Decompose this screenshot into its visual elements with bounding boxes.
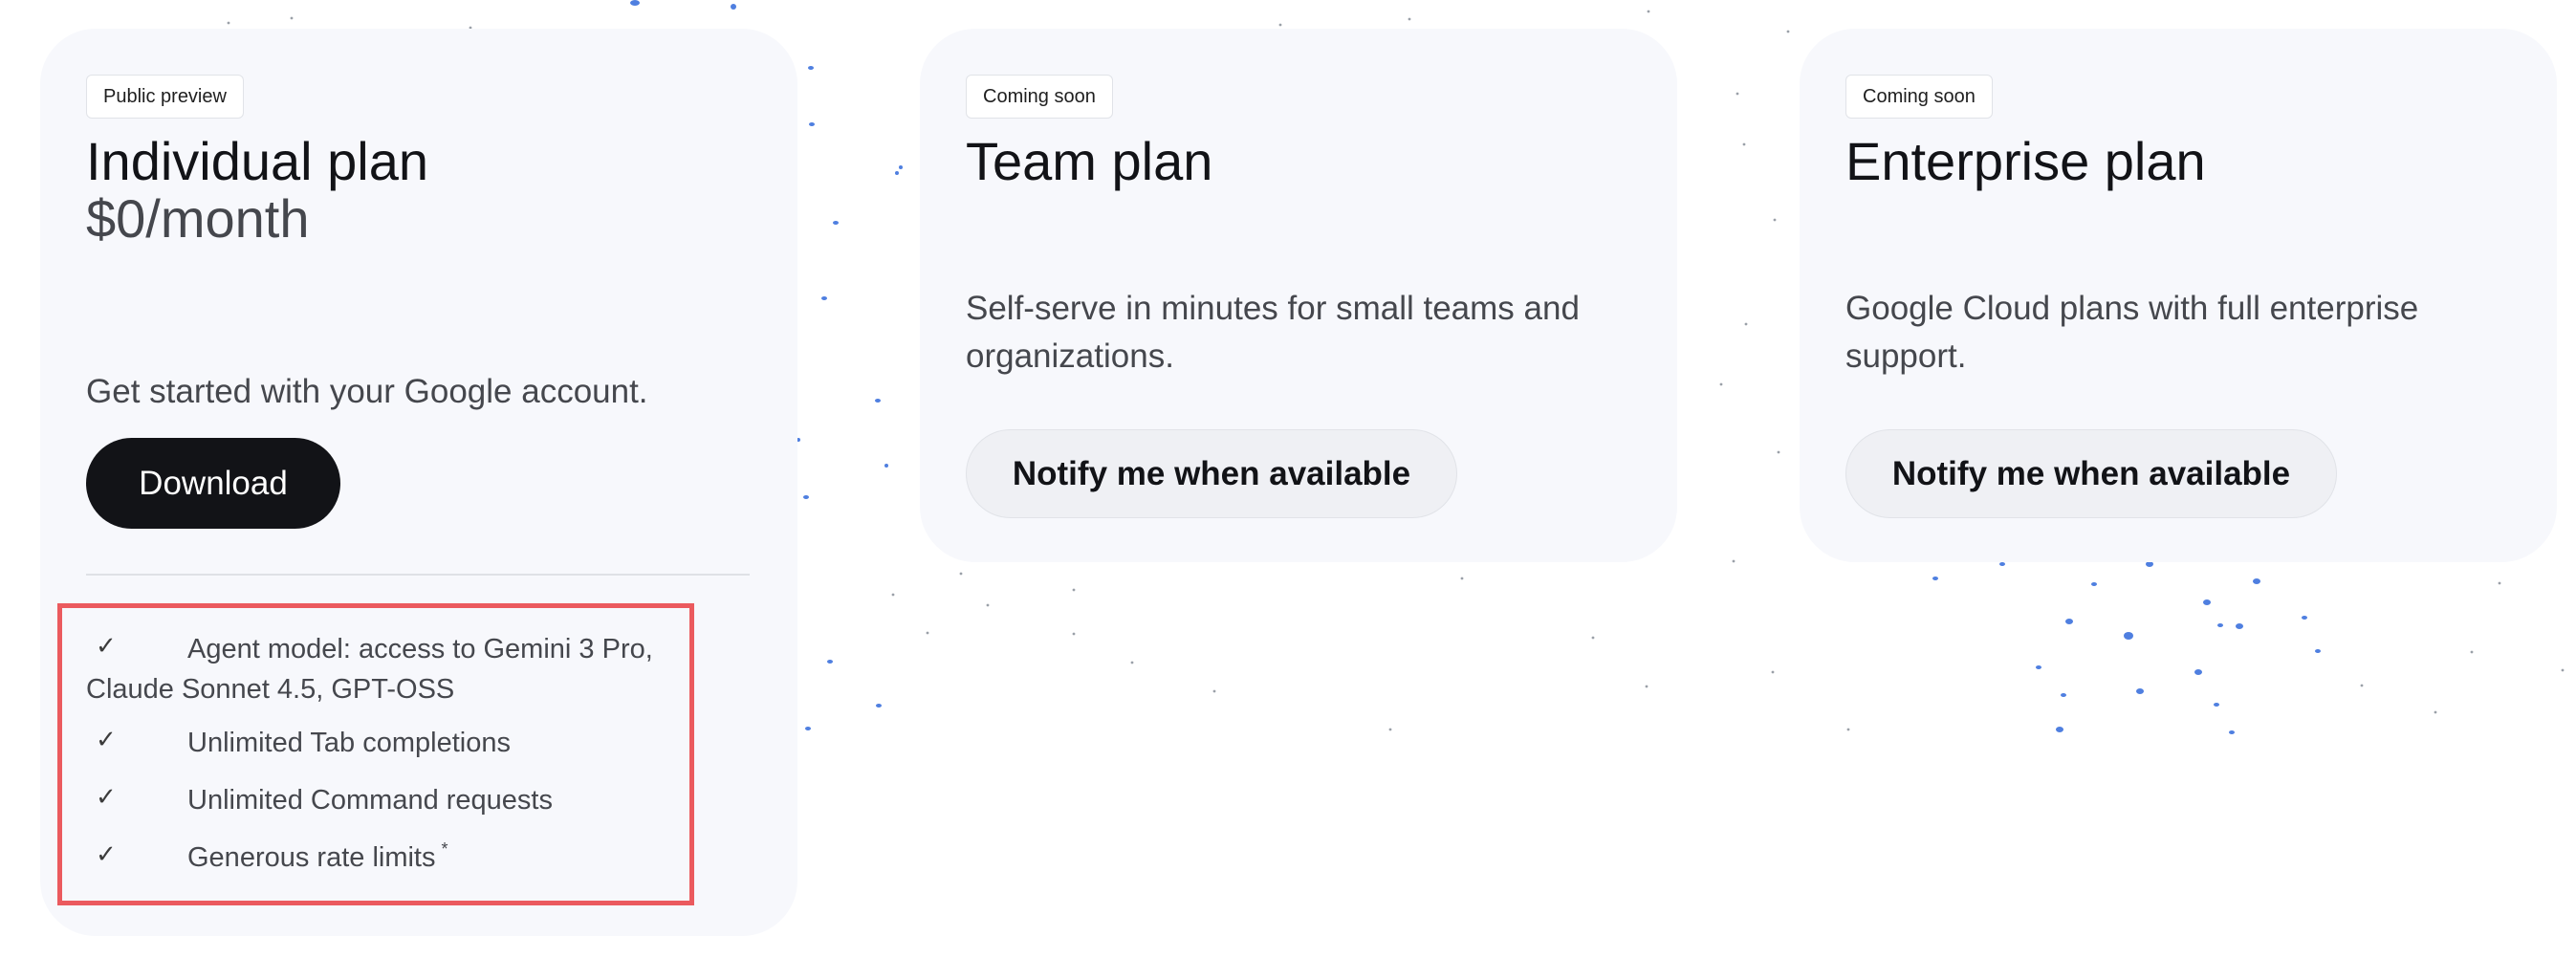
feature-text: Agent model: access to Gemini 3 Pro, bbox=[187, 634, 653, 664]
notify-me-button[interactable]: Notify me when available bbox=[1845, 429, 2337, 518]
feature-item: ✓ Generous rate limits * bbox=[86, 838, 448, 881]
plan-description: Get started with your Google account. bbox=[86, 373, 648, 410]
enterprise-plan-card: Coming soon Enterprise plan Google Cloud… bbox=[1800, 29, 2557, 562]
divider bbox=[86, 574, 750, 576]
plan-price: $0/month bbox=[86, 188, 310, 249]
plan-title: Individual plan bbox=[86, 131, 429, 191]
status-badge: Public preview bbox=[86, 75, 244, 119]
individual-plan-card: Public preview Individual plan $0/month … bbox=[40, 29, 797, 936]
download-button[interactable]: Download bbox=[86, 438, 340, 529]
feature-text-wrapper: Generous rate limits * bbox=[86, 838, 448, 881]
check-icon: ✓ bbox=[96, 725, 117, 753]
team-plan-card: Coming soon Team plan Self-serve in minu… bbox=[920, 29, 1677, 562]
check-icon: ✓ bbox=[96, 839, 117, 868]
notify-me-button[interactable]: Notify me when available bbox=[966, 429, 1457, 518]
plan-description: Google Cloud plans with full enterprise … bbox=[1845, 290, 2419, 375]
plan-title: Team plan bbox=[966, 131, 1213, 191]
feature-text: Unlimited Command requests bbox=[187, 785, 553, 816]
feature-text-continued: Claude Sonnet 4.5, GPT-OSS bbox=[86, 674, 455, 705]
plan-description: Self-serve in minutes for small teams an… bbox=[966, 290, 1580, 375]
feature-item: ✓ Unlimited Tab completions bbox=[86, 723, 511, 763]
status-badge: Coming soon bbox=[966, 75, 1113, 119]
check-icon: ✓ bbox=[96, 631, 117, 660]
check-icon: ✓ bbox=[96, 782, 117, 811]
feature-text: Unlimited Tab completions bbox=[187, 728, 511, 758]
feature-list-highlight: ✓ Agent model: access to Gemini 3 Pro, C… bbox=[57, 603, 694, 905]
plan-title: Enterprise plan bbox=[1845, 131, 2206, 191]
footnote-mark: * bbox=[441, 839, 448, 859]
feature-item: ✓ Agent model: access to Gemini 3 Pro, C… bbox=[86, 629, 653, 709]
feature-text: Generous rate limits bbox=[187, 842, 436, 873]
feature-item: ✓ Unlimited Command requests bbox=[86, 780, 553, 820]
status-badge: Coming soon bbox=[1845, 75, 1993, 119]
